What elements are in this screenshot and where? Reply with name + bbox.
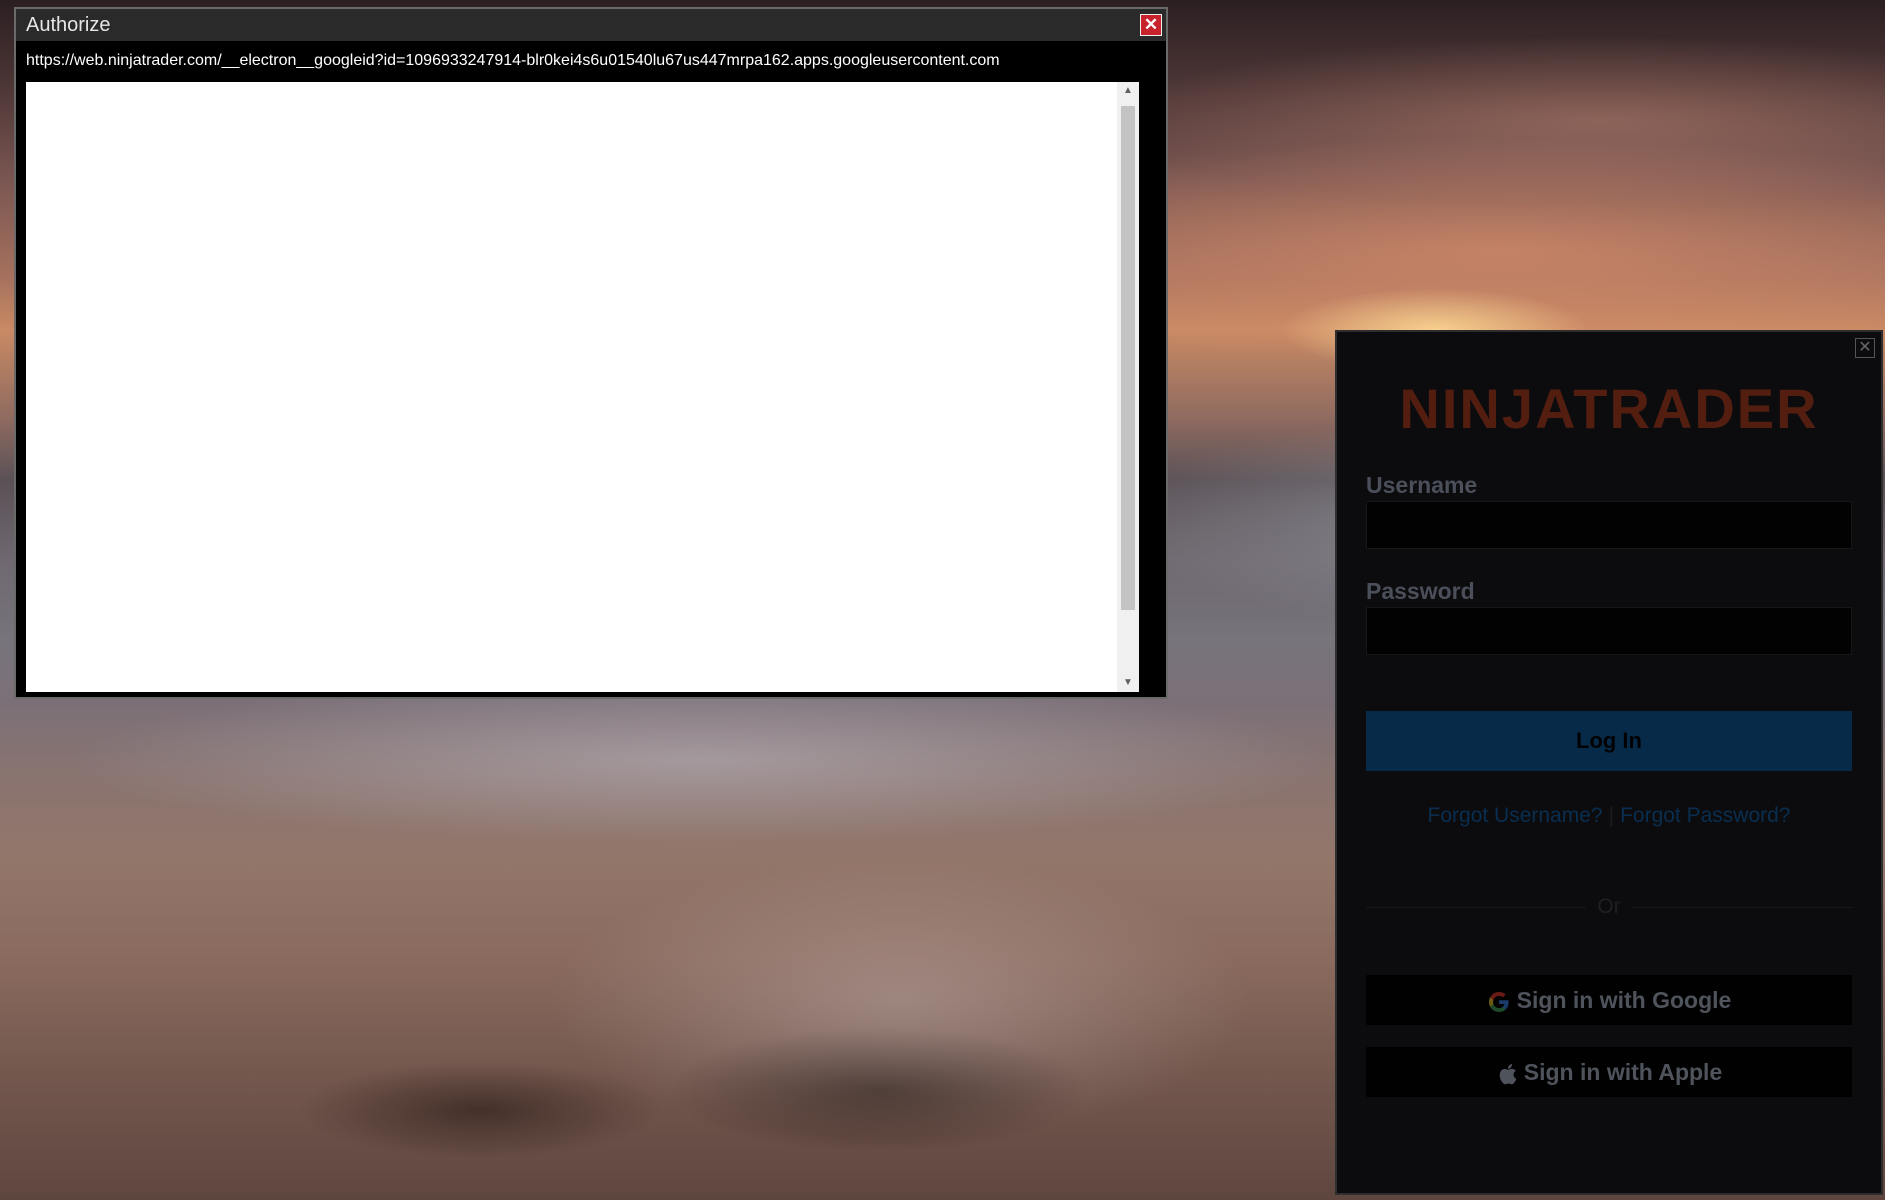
vertical-scrollbar[interactable]: ▲ ▼ [1117, 82, 1139, 692]
login-button[interactable]: Log In [1366, 711, 1852, 771]
username-input[interactable] [1366, 501, 1852, 549]
google-signin-button[interactable]: Sign in with Google [1366, 975, 1852, 1025]
link-separator: | [1608, 804, 1615, 827]
apple-signin-label: Sign in with Apple [1523, 1059, 1723, 1085]
close-icon: ✕ [1858, 339, 1872, 356]
login-close-button[interactable]: ✕ [1855, 338, 1875, 358]
forgot-username-link[interactable]: Forgot Username? [1428, 804, 1603, 827]
authorize-webview[interactable]: ▲ ▼ [26, 82, 1139, 692]
login-panel: ✕ NINJATRADER Username Password Log In F… [1335, 330, 1883, 1195]
apple-signin-button[interactable]: Sign in with Apple [1366, 1047, 1852, 1097]
authorize-url: https://web.ninjatrader.com/__electron__… [26, 52, 1000, 69]
or-divider: Or [1366, 892, 1852, 922]
google-signin-label: Sign in with Google [1516, 987, 1732, 1013]
authorize-close-button[interactable]: ✕ [1140, 14, 1162, 36]
ninjatrader-logo: NINJATRADER [1399, 377, 1819, 440]
forgot-password-link[interactable]: Forgot Password? [1620, 804, 1790, 827]
password-label: Password [1366, 578, 1475, 604]
scroll-up-arrow-icon[interactable]: ▲ [1117, 82, 1139, 100]
close-icon: ✕ [1143, 15, 1159, 34]
scroll-down-arrow-icon[interactable]: ▼ [1117, 674, 1139, 692]
scroll-thumb[interactable] [1121, 106, 1135, 610]
forgot-links: Forgot Username? | Forgot Password? [1337, 804, 1881, 828]
authorize-window: Authorize ✕ https://web.ninjatrader.com/… [14, 7, 1168, 699]
username-label: Username [1366, 472, 1478, 498]
google-icon [1488, 991, 1509, 1012]
authorize-titlebar[interactable]: Authorize [16, 9, 1166, 41]
authorize-title: Authorize [26, 14, 111, 36]
password-input[interactable] [1366, 607, 1852, 655]
apple-icon [1499, 1063, 1517, 1085]
or-label: Or [1597, 895, 1621, 918]
